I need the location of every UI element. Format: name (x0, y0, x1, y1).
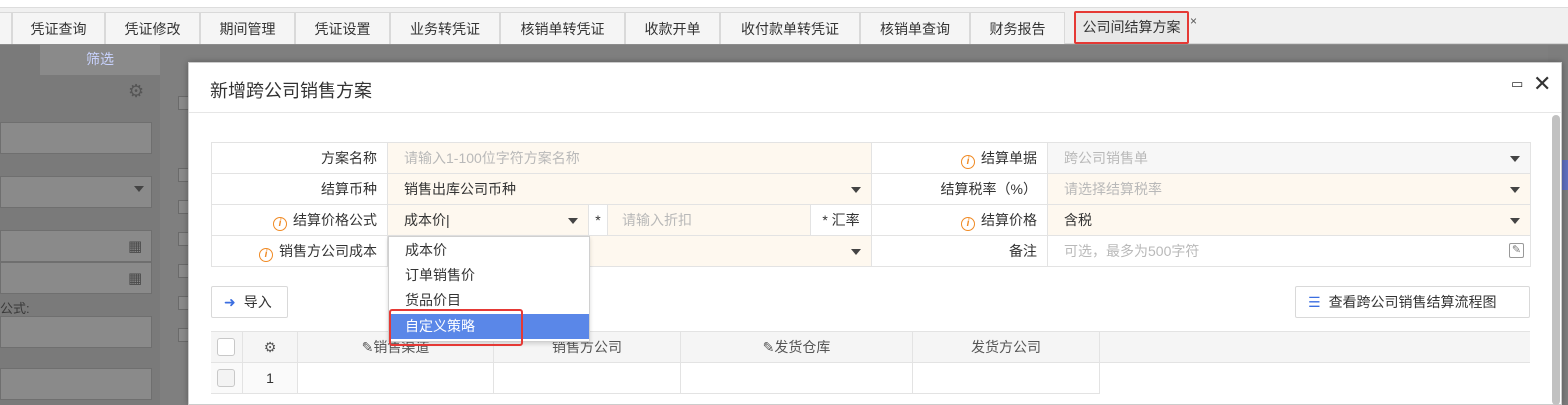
maximize-icon[interactable]: ▭ (1511, 77, 1525, 91)
settle-doc-label: i 结算单据 (872, 143, 1048, 174)
tab-writeoff-query[interactable]: 核销单查询 (860, 12, 970, 44)
price-formula-select[interactable]: 成本价| (388, 205, 589, 236)
exchange-rate-label: * 汇率 (811, 205, 872, 236)
row-number: 1 (243, 363, 298, 394)
select-all-checkbox[interactable] (217, 338, 235, 356)
table-cell[interactable] (913, 363, 1100, 394)
currency-label: 结算币种 (212, 174, 388, 205)
table-cell[interactable] (494, 363, 681, 394)
price-formula-label: i 结算价格公式 (212, 205, 388, 236)
row-checkbox[interactable] (217, 369, 235, 387)
tab-intercompany-settlement[interactable]: 公司间结算方案 (1074, 11, 1189, 44)
edit-icon[interactable]: ✎ (1509, 243, 1524, 258)
info-icon: i (259, 248, 273, 262)
edit-icon: ✎ (361, 339, 374, 355)
seller-cost-label: i 销售方公司成本 (212, 236, 388, 267)
info-icon: i (961, 155, 975, 169)
settle-doc-select[interactable]: 跨公司销售单 (1048, 143, 1531, 174)
column-settings[interactable]: ⚙ (243, 332, 298, 363)
tab-bar: 凭证查询 凭证修改 期间管理 凭证设置 业务转凭证 核销单转凭证 收款开单 收付… (0, 8, 1568, 44)
tab-finance-report[interactable]: 财务报告 (970, 12, 1065, 44)
dialog-title: 新增跨公司销售方案 (210, 81, 372, 101)
info-icon: i (273, 217, 287, 231)
calendar-icon[interactable]: ▦ (128, 237, 142, 255)
select-all-cell (211, 332, 243, 363)
remark-label: 备注 (872, 236, 1048, 267)
remark-input[interactable]: 可选，最多为500字符 ✎ (1048, 236, 1531, 267)
tab-partial[interactable] (0, 12, 12, 44)
tax-rate-label: 结算税率（%） (872, 174, 1048, 205)
tab-close-icon[interactable]: × (1190, 14, 1197, 28)
tab-business-to-voucher[interactable]: 业务转凭证 (390, 12, 500, 44)
tab-voucher-settings[interactable]: 凭证设置 (295, 12, 390, 44)
tab-receipt-billing[interactable]: 收款开单 (625, 12, 720, 44)
gear-icon[interactable]: ⚙ (128, 82, 146, 100)
chevron-down-icon (568, 218, 578, 224)
settle-price-select[interactable]: 含税 (1048, 205, 1531, 236)
chevron-down-icon (1510, 156, 1520, 162)
chevron-down-icon (1510, 187, 1520, 193)
chevron-down-icon (134, 186, 144, 192)
dialog-header: 新增跨公司销售方案 ▭ ✕ (189, 63, 1561, 113)
settle-price-label: i 结算价格 (872, 205, 1048, 236)
view-flowchart-button[interactable]: ☰ 查看跨公司销售结算流程图 (1295, 286, 1530, 318)
discount-input[interactable]: 请输入折扣 (608, 205, 811, 236)
tab-voucher-edit[interactable]: 凭证修改 (105, 12, 200, 44)
gear-icon[interactable]: ⚙ (264, 339, 277, 355)
filter-field[interactable] (0, 368, 152, 400)
table-cell[interactable] (681, 363, 913, 394)
chevron-down-icon (851, 249, 861, 255)
top-strip (0, 0, 1568, 8)
filter-tab[interactable]: 筛选 (40, 45, 160, 75)
scheme-name-label: 方案名称 (212, 143, 388, 174)
scheme-name-input[interactable]: 请输入1-100位字符方案名称 (388, 143, 872, 174)
dialog-scrollbar[interactable] (1552, 115, 1560, 405)
tab-payment-to-voucher[interactable]: 收付款单转凭证 (720, 12, 860, 44)
list-icon: ☰ (1308, 294, 1321, 310)
chevron-down-icon (851, 187, 861, 193)
column-header-shipper-company: 发货方公司 (913, 332, 1100, 363)
tab-writeoff-to-voucher[interactable]: 核销单转凭证 (500, 12, 625, 44)
close-icon[interactable]: ✕ (1533, 72, 1551, 96)
row-select-cell (211, 363, 243, 394)
required-star: * (589, 205, 608, 236)
tab-voucher-query[interactable]: 凭证查询 (12, 12, 105, 44)
currency-select[interactable]: 销售出库公司币种 (388, 174, 872, 205)
chevron-down-icon (1510, 218, 1520, 224)
column-header-warehouse: ✎发货仓库 (681, 332, 913, 363)
info-icon: i (961, 217, 975, 231)
formula-label: 公式: (0, 301, 30, 316)
tax-rate-select[interactable]: 请选择结算税率 (1048, 174, 1531, 205)
table-cell[interactable] (298, 363, 494, 394)
filter-select[interactable] (0, 176, 152, 208)
dropdown-option-cost[interactable]: 成本价 (389, 238, 589, 263)
tab-period-manage[interactable]: 期间管理 (200, 12, 295, 44)
column-header-filler (1100, 332, 1530, 363)
edit-icon: ✎ (762, 339, 775, 355)
highlight-box (389, 309, 523, 346)
calendar-icon[interactable]: ▦ (128, 269, 142, 287)
formula-field[interactable] (0, 316, 152, 348)
dropdown-option-order-price[interactable]: 订单销售价 (389, 263, 589, 288)
import-icon: ➜ (224, 294, 236, 310)
filter-field[interactable] (0, 122, 152, 154)
import-button[interactable]: ➜ 导入 (211, 286, 288, 318)
